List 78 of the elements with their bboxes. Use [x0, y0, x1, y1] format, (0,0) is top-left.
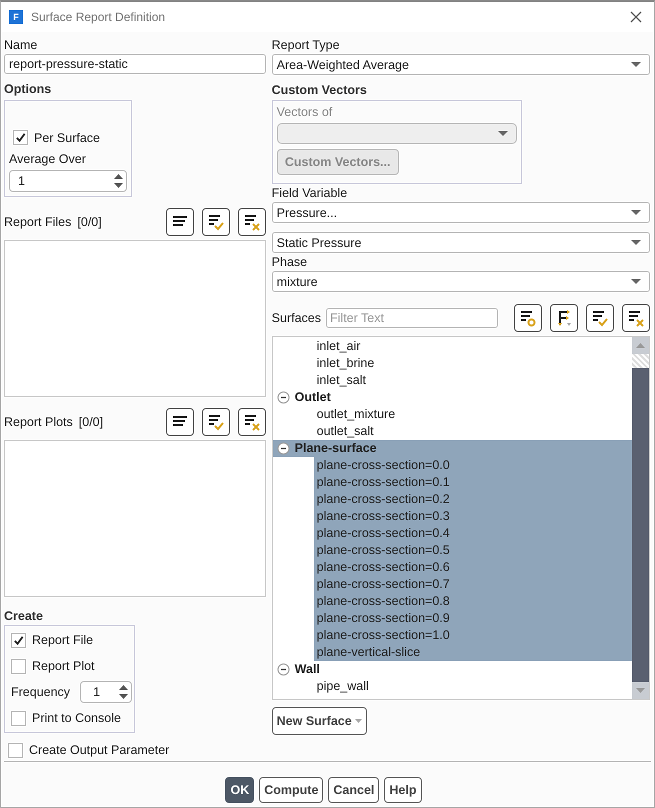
list-label: Report Files	[4, 215, 72, 229]
dropdown-arrow-icon	[631, 210, 641, 216]
list-label: Report Plots	[4, 415, 73, 429]
field-label: Frequency	[11, 685, 70, 699]
collapse-icon[interactable]	[276, 442, 290, 455]
checkbox-label: Per Surface	[34, 130, 100, 145]
tree-item[interactable]: plane-cross-section=0.8	[314, 593, 632, 610]
checkbox-label: Create Output Parameter	[29, 743, 170, 757]
tree-item[interactable]: plane-cross-section=0.4	[314, 525, 632, 542]
tree-item[interactable]: plane-cross-section=1.0	[314, 627, 632, 644]
tree-item[interactable]: plane-cross-section=0.7	[314, 576, 632, 593]
dialog-button[interactable]: Help	[384, 777, 422, 803]
deselect-all-icon[interactable]	[238, 408, 266, 436]
tree-item[interactable]: plane-cross-section=0.6	[314, 559, 632, 576]
tree-item[interactable]: inlet_air	[314, 338, 632, 355]
collapse-icon[interactable]	[276, 391, 290, 404]
collapse-icon[interactable]	[276, 663, 290, 676]
dropdown-arrow-icon	[354, 719, 362, 723]
checkbox-label: Report File	[32, 633, 94, 647]
spin-arrows-icon	[119, 684, 128, 700]
select-all-icon[interactable]	[586, 304, 614, 332]
checkbox-label: Report Plot	[32, 659, 95, 673]
list-icon[interactable]	[166, 408, 194, 436]
field-label: Name	[4, 37, 38, 54]
section-title: Custom Vectors	[272, 82, 368, 99]
checkbox[interactable]	[11, 632, 26, 648]
dropdown-arrow-icon	[498, 130, 508, 136]
select-all-icon[interactable]	[202, 208, 230, 236]
phase-dropdown[interactable]: mixture	[272, 271, 650, 292]
field-category-dropdown[interactable]: Pressure...	[272, 202, 650, 223]
select-all-icon[interactable]	[202, 408, 230, 436]
tree-item[interactable]: plane-cross-section=0.3	[314, 508, 632, 525]
tree-item[interactable]: inlet_salt	[314, 372, 632, 389]
tree-item[interactable]: outlet_mixture	[314, 406, 632, 423]
new-surface-button[interactable]: New Surface	[272, 707, 367, 735]
checkbox[interactable]	[11, 658, 26, 674]
deselect-all-icon[interactable]	[238, 208, 266, 236]
app-logo: F	[9, 10, 23, 24]
field-label: Vectors of	[276, 104, 334, 121]
checkbox[interactable]	[11, 710, 26, 726]
dropdown-arrow-icon	[631, 278, 641, 284]
tree-item[interactable]: plane-cross-section=0.1	[314, 474, 632, 491]
tree-item[interactable]: inlet_brine	[314, 355, 632, 372]
checkbox[interactable]	[13, 130, 28, 146]
tree-item[interactable]: plane-cross-section=0.2	[314, 491, 632, 508]
section-title: Create	[4, 608, 44, 625]
checkbox[interactable]	[8, 742, 23, 758]
filter-field[interactable]: Filter Text	[326, 308, 498, 328]
name-field[interactable]: report-pressure-static	[4, 54, 266, 74]
field-label: Field Variable	[272, 185, 348, 202]
spin-arrows-icon	[114, 173, 123, 190]
tree-item[interactable]: plane-vertical-slice	[314, 644, 632, 661]
field-label: Phase	[272, 254, 308, 271]
field-label: Average Over	[9, 151, 87, 168]
checkbox-label: Print to Console	[32, 711, 121, 725]
dialog-button[interactable]: OK	[225, 777, 254, 803]
tree-item[interactable]: outlet_salt	[314, 423, 632, 440]
deselect-all-icon[interactable]	[622, 304, 650, 332]
dialog-button[interactable]: Cancel	[328, 777, 380, 803]
field-variable-dropdown[interactable]: Static Pressure	[272, 232, 650, 253]
close-icon[interactable]	[630, 11, 642, 23]
dropdown-arrow-icon	[631, 62, 641, 68]
tree-item[interactable]: plane-cross-section=0.9	[314, 610, 632, 627]
list-label: Surfaces	[272, 311, 321, 325]
number-field[interactable]: 1	[80, 681, 132, 703]
number-field[interactable]: 1	[9, 170, 127, 192]
dialog-button[interactable]: Compute	[259, 777, 324, 803]
tree-item[interactable]: plane-cross-section=0.5	[314, 542, 632, 559]
report-type-dropdown[interactable]: Area-Weighted Average	[272, 54, 650, 75]
list-icon[interactable]	[166, 208, 194, 236]
window-title: Surface Report Definition	[31, 10, 166, 24]
count-label: [0/0]	[77, 215, 102, 229]
tree-item[interactable]: plane-cross-section=0.0	[314, 457, 632, 474]
dropdown-arrow-icon	[631, 240, 641, 246]
field-label: Report Type	[272, 37, 341, 54]
count-label: [0/0]	[78, 415, 104, 429]
tree-item[interactable]: pipe_wall	[314, 678, 632, 695]
section-title: Options	[4, 81, 52, 98]
